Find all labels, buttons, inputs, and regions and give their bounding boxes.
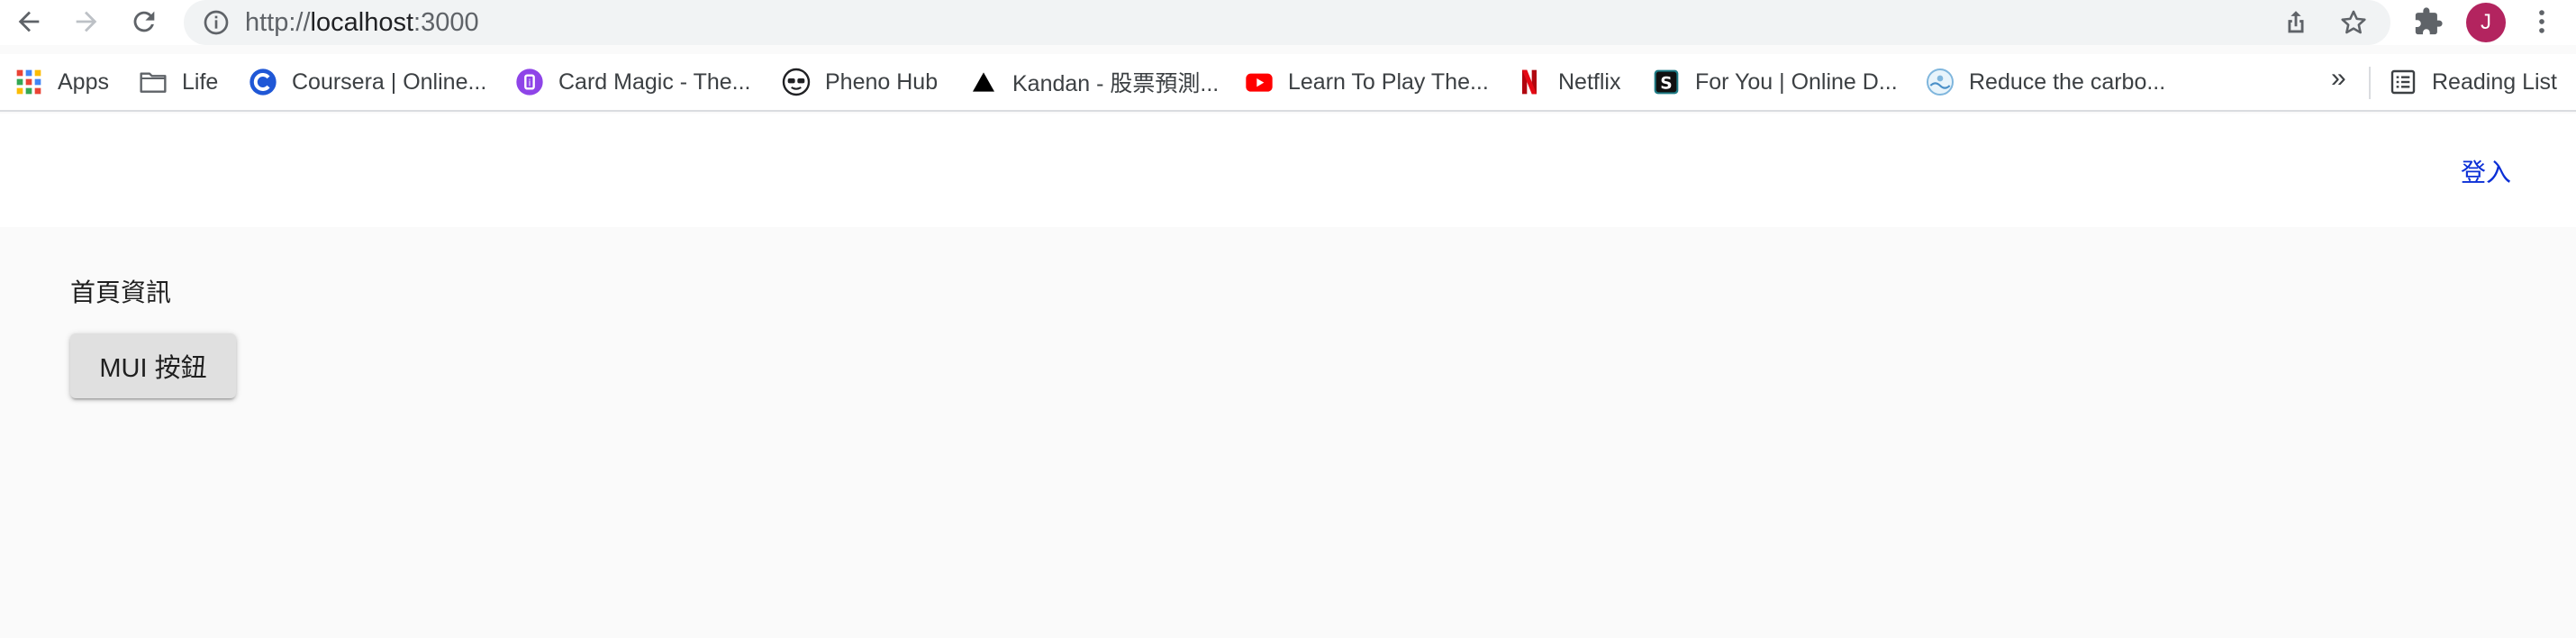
reload-button[interactable]	[124, 2, 164, 41]
app-header: 登入	[0, 114, 2576, 227]
bookmark-apps[interactable]: Apps	[14, 65, 109, 99]
puzzle-icon	[2415, 7, 2443, 35]
extensions-button[interactable]	[2408, 2, 2448, 41]
bookmark-label: Apps	[58, 68, 109, 95]
bookmark-pheno-hub[interactable]: Pheno Hub	[782, 65, 938, 99]
back-arrow-icon	[18, 11, 40, 32]
bookmark-label: Pheno Hub	[825, 68, 939, 95]
reading-list-button[interactable]: Reading List	[2389, 65, 2557, 99]
bookmark-label: Coursera | Online...	[292, 68, 487, 95]
login-link[interactable]: 登入	[2461, 153, 2511, 189]
bookmarks-divider	[2369, 67, 2371, 99]
youtube-icon	[1245, 68, 1274, 96]
url-host: localhost	[310, 8, 414, 37]
forward-button[interactable]	[67, 2, 106, 41]
netflix-icon	[1515, 68, 1544, 96]
bookmark-label: Kandan - 股票預測...	[1012, 71, 1220, 96]
apps-grid-icon	[14, 68, 43, 96]
reading-list-label: Reading List	[2432, 68, 2557, 95]
coursera-icon	[249, 68, 277, 96]
mui-button[interactable]: MUI 按鈕	[70, 333, 236, 398]
bookmark-netflix[interactable]: Netflix	[1515, 65, 1620, 99]
bookmark-label: Reduce the carbo...	[1969, 68, 2166, 95]
reduce-carbon-icon	[1926, 68, 1955, 96]
bookmark-learn-to-play[interactable]: Learn To Play The...	[1245, 65, 1489, 99]
profile-avatar[interactable]: J	[2466, 3, 2506, 42]
bookmarks-bar: Apps Life Coursera | Online... i Card Ma…	[0, 54, 2576, 112]
pheno-hub-icon	[782, 68, 811, 96]
scribd-icon: S	[1652, 68, 1681, 96]
bookmark-kandan[interactable]: Kandan - 股票預測...	[969, 65, 1219, 99]
svg-text:i: i	[529, 77, 531, 89]
bookmark-life[interactable]: Life	[139, 65, 218, 99]
address-bar[interactable]: http://localhost:3000	[184, 0, 2390, 45]
card-magic-icon: i	[515, 68, 544, 96]
forward-arrow-icon	[76, 11, 97, 32]
bookmark-coursera[interactable]: Coursera | Online...	[249, 65, 486, 99]
bookmarks-overflow-button[interactable]: »	[2331, 63, 2346, 94]
url-scheme: http://	[245, 8, 311, 37]
bookmark-scribd[interactable]: S For You | Online D...	[1652, 65, 1898, 99]
bookmark-label: Netflix	[1558, 68, 1621, 95]
browser-toolbar: http://localhost:3000 J	[0, 0, 2576, 45]
home-info-text: 首頁資訊	[70, 278, 172, 306]
main-content: 首頁資訊 MUI 按鈕	[0, 227, 2576, 638]
share-icon[interactable]	[2281, 7, 2311, 38]
back-button[interactable]	[9, 2, 49, 41]
kandan-icon	[969, 68, 998, 96]
svg-text:S: S	[1660, 74, 1672, 93]
site-info-icon[interactable]	[202, 8, 231, 37]
bookmark-label: Learn To Play The...	[1288, 68, 1489, 95]
reading-list-icon	[2389, 68, 2417, 96]
folder-icon	[139, 68, 168, 96]
bookmark-reduce-carbon[interactable]: Reduce the carbo...	[1926, 65, 2165, 99]
bookmark-star-icon[interactable]	[2338, 7, 2369, 38]
bookmark-label: Life	[182, 68, 219, 95]
url-text[interactable]: http://localhost:3000	[245, 6, 479, 39]
bookmark-label: Card Magic - The...	[558, 68, 751, 95]
url-port: :3000	[413, 8, 479, 37]
avatar-letter: J	[2481, 10, 2491, 34]
kebab-menu-icon	[2539, 10, 2544, 33]
bookmark-label: For You | Online D...	[1695, 68, 1898, 95]
browser-menu-button[interactable]	[2522, 2, 2562, 41]
reload-icon	[133, 11, 155, 32]
bookmark-card-magic[interactable]: i Card Magic - The...	[515, 65, 751, 99]
